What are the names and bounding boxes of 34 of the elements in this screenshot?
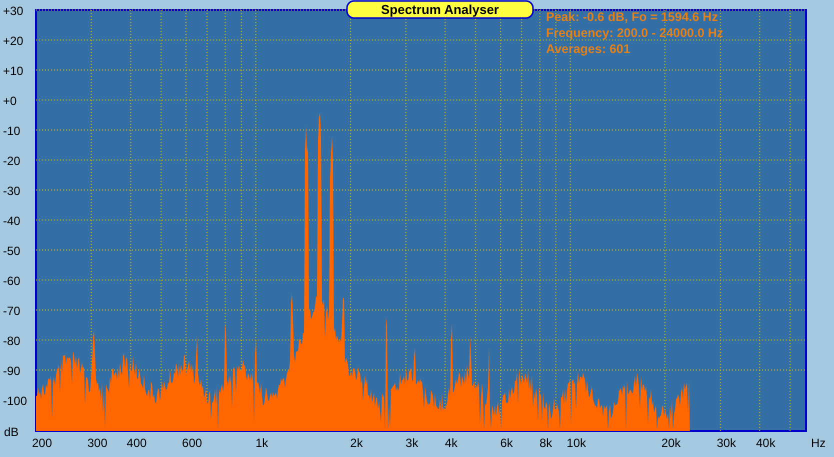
x-tick-label: 6k — [500, 436, 513, 450]
y-tick-label: -70 — [3, 304, 20, 318]
x-tick-label: 200 — [32, 436, 52, 450]
readout-text: Frequency: 200.0 - 24000.0 Hz — [546, 26, 724, 40]
readout-text: Peak: -0.6 dB, Fo = 1594.6 Hz — [546, 10, 718, 24]
x-tick-label: 10k — [566, 436, 586, 450]
x-tick-label: 30k — [716, 436, 736, 450]
y-tick-label: +30 — [3, 4, 24, 18]
y-tick-label: -100 — [3, 394, 28, 408]
y-tick-label: -40 — [3, 214, 20, 228]
y-tick-label: -60 — [3, 274, 20, 288]
x-tick-label: 2k — [350, 436, 363, 450]
x-tick-label: 20k — [661, 436, 681, 450]
x-tick-label: 300 — [87, 436, 108, 450]
x-tick-label: 8k — [540, 436, 552, 450]
x-tick-label: 40k — [756, 436, 776, 450]
x-tick-label: 1k — [255, 436, 268, 450]
x-tick-label: 4k — [444, 436, 458, 450]
x-tick-label: 400 — [126, 436, 147, 450]
y-tick-label: -50 — [3, 244, 20, 258]
readout-text: Averages: 601 — [546, 42, 630, 56]
y-tick-label: -90 — [3, 364, 20, 378]
y-axis-unit: dB — [4, 425, 19, 439]
y-tick-label: +0 — [3, 94, 17, 108]
x-tick-label: 3k — [406, 436, 418, 450]
y-tick-label: -80 — [3, 334, 20, 348]
y-tick-label: -30 — [3, 184, 20, 198]
x-axis-unit: Hz — [811, 436, 826, 450]
y-tick-label: +10 — [3, 64, 24, 78]
y-tick-label: -20 — [3, 154, 20, 168]
y-tick-label: -10 — [3, 124, 20, 138]
x-tick-label: 600 — [182, 436, 202, 450]
y-tick-label: +20 — [3, 34, 24, 48]
title-badge: Spectrum Analyser — [346, 0, 534, 19]
